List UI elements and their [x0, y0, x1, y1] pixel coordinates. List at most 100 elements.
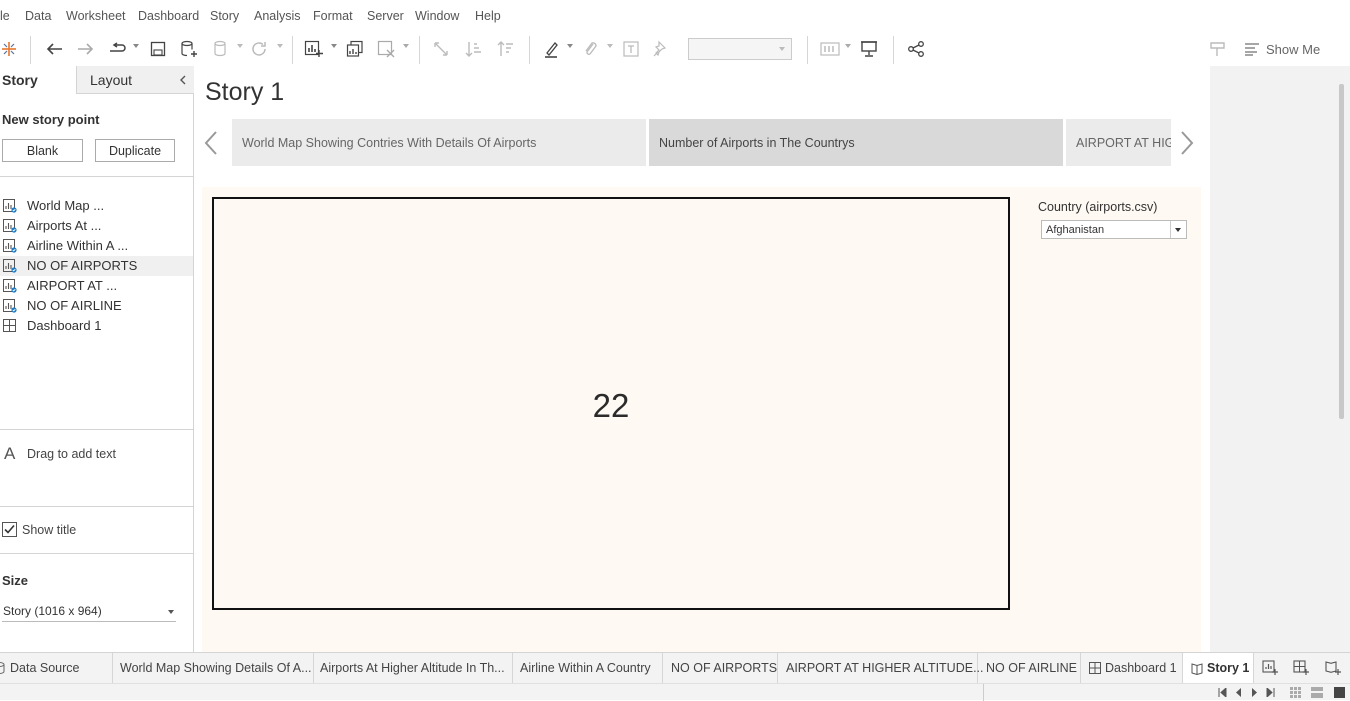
- tab-data-source-label: Data Source: [10, 661, 80, 675]
- menu-help[interactable]: Help: [475, 9, 501, 23]
- menu-worksheet[interactable]: Worksheet: [66, 9, 126, 23]
- story-point-3-label: AIRPORT AT HIGHER ALTITUDE: [1076, 135, 1171, 150]
- sheet-item[interactable]: NO OF AIRLINE: [0, 296, 193, 316]
- story-title[interactable]: Story 1: [205, 78, 284, 107]
- prev-story-point-icon[interactable]: [203, 130, 227, 155]
- tableau-logo-icon[interactable]: [0, 37, 18, 61]
- clear-sheet-icon[interactable]: [375, 37, 397, 61]
- new-worksheet-icon[interactable]: [303, 37, 325, 61]
- save-icon[interactable]: [147, 37, 169, 61]
- menu-file[interactable]: le: [0, 9, 10, 23]
- menu-window[interactable]: Window: [415, 9, 459, 23]
- menu-dashboard[interactable]: Dashboard: [138, 9, 199, 23]
- data-source-icon: [0, 662, 5, 674]
- right-gutter: [1210, 66, 1350, 652]
- tab-dashboard-1[interactable]: Dashboard 1: [1081, 653, 1183, 683]
- sheet-item[interactable]: NO OF AIRPORTS: [0, 256, 193, 276]
- menu-story[interactable]: Story: [210, 9, 239, 23]
- vertical-scrollbar[interactable]: [1339, 84, 1344, 419]
- view-mode-icons[interactable]: [1290, 687, 1348, 698]
- tab-no-of-airline[interactable]: NO OF AIRLINE: [978, 653, 1081, 683]
- worksheet-icon: [3, 199, 17, 213]
- story-point-2[interactable]: Number of Airports in The Countrys: [649, 119, 1063, 166]
- checkmark-icon: [4, 524, 15, 534]
- new-worksheet-tab-icon[interactable]: [1262, 660, 1278, 681]
- sheet-item-label: World Map ...: [27, 198, 105, 213]
- tab-airline-within-country[interactable]: Airline Within A Country: [513, 653, 663, 683]
- size-dropdown[interactable]: Story (1016 x 964): [2, 600, 176, 622]
- duplicate-button[interactable]: Duplicate: [95, 139, 175, 162]
- story-point-1[interactable]: World Map Showing Contries With Details …: [232, 119, 646, 166]
- tab-layout-label: Layout: [90, 71, 133, 88]
- new-dashboard-tab-icon[interactable]: [1293, 660, 1309, 681]
- replay-icon[interactable]: [106, 37, 128, 61]
- collapse-pane-icon[interactable]: [179, 75, 187, 85]
- group-members-icon[interactable]: [579, 37, 601, 61]
- refresh-icon[interactable]: [248, 37, 270, 61]
- menu-bar: le Data Worksheet Dashboard Story Analys…: [0, 0, 1350, 32]
- highlight-icon[interactable]: [541, 37, 563, 61]
- tab-dashboard-1-label: Dashboard 1: [1105, 661, 1177, 675]
- sort-descending-icon[interactable]: [495, 37, 517, 61]
- share-icon[interactable]: [905, 37, 927, 61]
- tab-airports-higher-altitude[interactable]: Airports At Higher Altitude In Th...: [314, 653, 513, 683]
- sheet-item[interactable]: World Map ...: [0, 196, 193, 216]
- story-point-1-label: World Map Showing Contries With Details …: [242, 135, 537, 150]
- menu-data[interactable]: Data: [25, 9, 51, 23]
- story-point-3[interactable]: AIRPORT AT HIGHER ALTITUDE: [1066, 119, 1171, 166]
- tab-no-of-airline-label: NO OF AIRLINE: [986, 661, 1077, 675]
- sheet-item-label: Airports At ...: [27, 218, 102, 233]
- tab-data-source[interactable]: Data Source: [0, 653, 113, 683]
- new-story-tab-icon[interactable]: [1325, 660, 1341, 681]
- show-title-label: Show title: [22, 523, 77, 537]
- sheet-item[interactable]: AIRPORT AT ...: [0, 276, 193, 296]
- story-point-2-label: Number of Airports in The Countrys: [659, 135, 855, 150]
- show-me-button[interactable]: Show Me: [1244, 37, 1328, 61]
- show-hide-cards-icon[interactable]: [1207, 37, 1229, 61]
- country-filter-dropdown[interactable]: Afghanistan: [1041, 220, 1187, 239]
- drag-to-add-text[interactable]: Drag to add text: [27, 447, 116, 461]
- duplicate-sheet-icon[interactable]: [344, 37, 366, 61]
- tab-story-1-label: Story 1: [1207, 661, 1250, 675]
- tab-world-map-label: World Map Showing Details Of A...: [120, 661, 312, 675]
- status-bar: [0, 683, 1350, 701]
- tab-no-of-airports[interactable]: NO OF AIRPORTS: [663, 653, 778, 683]
- menu-server[interactable]: Server: [367, 9, 404, 23]
- tab-layout[interactable]: Layout: [76, 66, 194, 94]
- fix-axes-icon[interactable]: [650, 37, 672, 61]
- worksheet-icon: [3, 219, 17, 233]
- tab-story-1[interactable]: Story 1: [1183, 653, 1254, 683]
- pause-updates-icon[interactable]: [210, 37, 232, 61]
- worksheet-icon: [3, 259, 17, 273]
- blank-button[interactable]: Blank: [2, 139, 83, 162]
- country-filter-caret[interactable]: [1170, 221, 1186, 238]
- undo-icon[interactable]: [43, 37, 65, 61]
- show-mark-labels-icon[interactable]: [620, 37, 642, 61]
- new-data-source-icon[interactable]: [178, 37, 200, 61]
- swap-rows-columns-icon[interactable]: [430, 37, 452, 61]
- story-icon: [1191, 662, 1203, 675]
- sheet-item[interactable]: Airline Within A ...: [0, 236, 193, 256]
- sheet-item-label: NO OF AIRLINE: [27, 298, 122, 313]
- show-title-checkbox[interactable]: [2, 522, 17, 537]
- airport-count-view[interactable]: 22: [212, 197, 1010, 610]
- worksheet-icon: [3, 299, 17, 313]
- sheet-item[interactable]: Dashboard 1: [0, 316, 193, 336]
- tab-airport-higher-altitude[interactable]: AIRPORT AT HIGHER ALTITUDE...: [778, 653, 984, 683]
- redo-icon[interactable]: [75, 37, 97, 61]
- replay-caret-icon[interactable]: [133, 44, 139, 48]
- size-caret-icon: [168, 610, 174, 614]
- fit-dropdown[interactable]: [688, 38, 792, 60]
- tab-world-map[interactable]: World Map Showing Details Of A...: [113, 653, 314, 683]
- tab-story[interactable]: Story: [0, 66, 76, 94]
- sort-ascending-icon[interactable]: [463, 37, 485, 61]
- presentation-mode-icon[interactable]: [858, 37, 880, 61]
- show-cards-icon[interactable]: [818, 37, 842, 61]
- next-story-point-icon[interactable]: [1179, 130, 1203, 155]
- sheet-item[interactable]: Airports At ...: [0, 216, 193, 236]
- menu-analysis[interactable]: Analysis: [254, 9, 301, 23]
- menu-format[interactable]: Format: [313, 9, 353, 23]
- sheet-navigation-icons[interactable]: [1218, 688, 1276, 697]
- size-value: Story (1016 x 964): [3, 604, 102, 618]
- dashboard-icon: [3, 319, 17, 333]
